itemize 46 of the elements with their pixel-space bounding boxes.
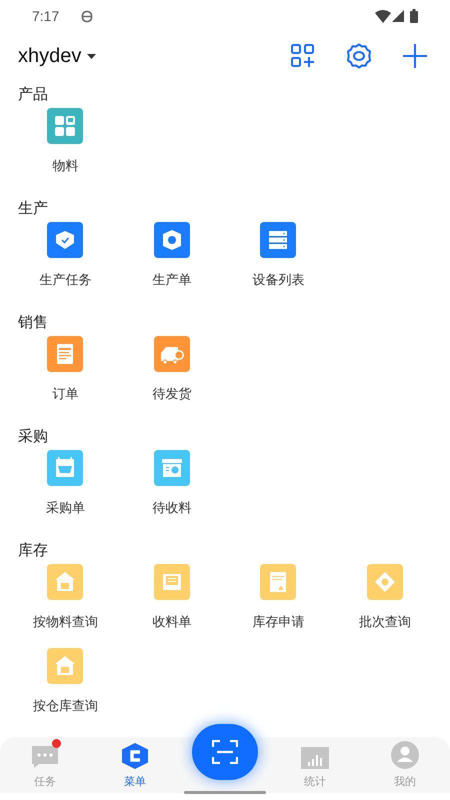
grid-tile-icon xyxy=(47,108,84,144)
status-time: 7:17 xyxy=(32,6,60,26)
hexagon-logo-icon xyxy=(121,743,149,769)
menu-item[interactable]: 按仓库查询 xyxy=(32,696,98,716)
menu-item[interactable]: 收料单 xyxy=(152,612,192,632)
add-icon[interactable] xyxy=(402,43,428,69)
menu-item[interactable]: 物料 xyxy=(52,156,78,176)
menu-item[interactable]: 待发货 xyxy=(152,384,192,404)
house-icon xyxy=(47,648,84,684)
truck-icon xyxy=(154,336,190,372)
menu-item[interactable]: 生产任务 xyxy=(39,270,92,290)
bar-chart-icon xyxy=(301,747,329,769)
account-selector[interactable]: xhydev xyxy=(18,41,96,71)
chat-icon xyxy=(31,745,59,769)
section-title: 生产 xyxy=(17,199,49,219)
scan-button[interactable] xyxy=(192,724,258,780)
menu-item[interactable]: 库存申请 xyxy=(252,612,304,632)
basket-icon xyxy=(47,450,84,486)
menu-item[interactable]: 批次查询 xyxy=(358,612,411,632)
section-title: 采购 xyxy=(17,427,49,447)
tray-icon xyxy=(154,564,190,600)
profile-icon xyxy=(391,741,419,769)
menu-item[interactable]: 采购单 xyxy=(46,498,85,518)
menu-item[interactable]: 待收料 xyxy=(152,498,192,518)
server-icon xyxy=(260,222,296,258)
section-title: 产品 xyxy=(17,85,49,105)
signal-icon xyxy=(392,10,404,22)
wifi-icon xyxy=(375,10,391,22)
tab[interactable]: 菜单 xyxy=(105,737,165,793)
box-icon xyxy=(154,450,190,486)
menu-item[interactable]: 按物料查询 xyxy=(32,612,98,632)
section-title: 销售 xyxy=(17,313,49,333)
menu-item[interactable]: 订单 xyxy=(52,384,78,404)
battery-icon xyxy=(410,9,418,23)
section-title: 库存 xyxy=(17,541,49,561)
sim-icon xyxy=(81,10,94,22)
clipboard-icon xyxy=(47,336,84,372)
add-app-icon[interactable] xyxy=(290,43,316,69)
house-icon xyxy=(47,564,84,600)
document-icon xyxy=(260,564,296,600)
menu-item[interactable]: 生产单 xyxy=(152,270,192,290)
menu-item[interactable]: 设备列表 xyxy=(252,270,304,290)
caret-icon xyxy=(87,54,96,58)
scan-icon xyxy=(212,740,238,764)
settings-icon[interactable] xyxy=(346,43,372,69)
shield-check-icon xyxy=(47,222,84,258)
